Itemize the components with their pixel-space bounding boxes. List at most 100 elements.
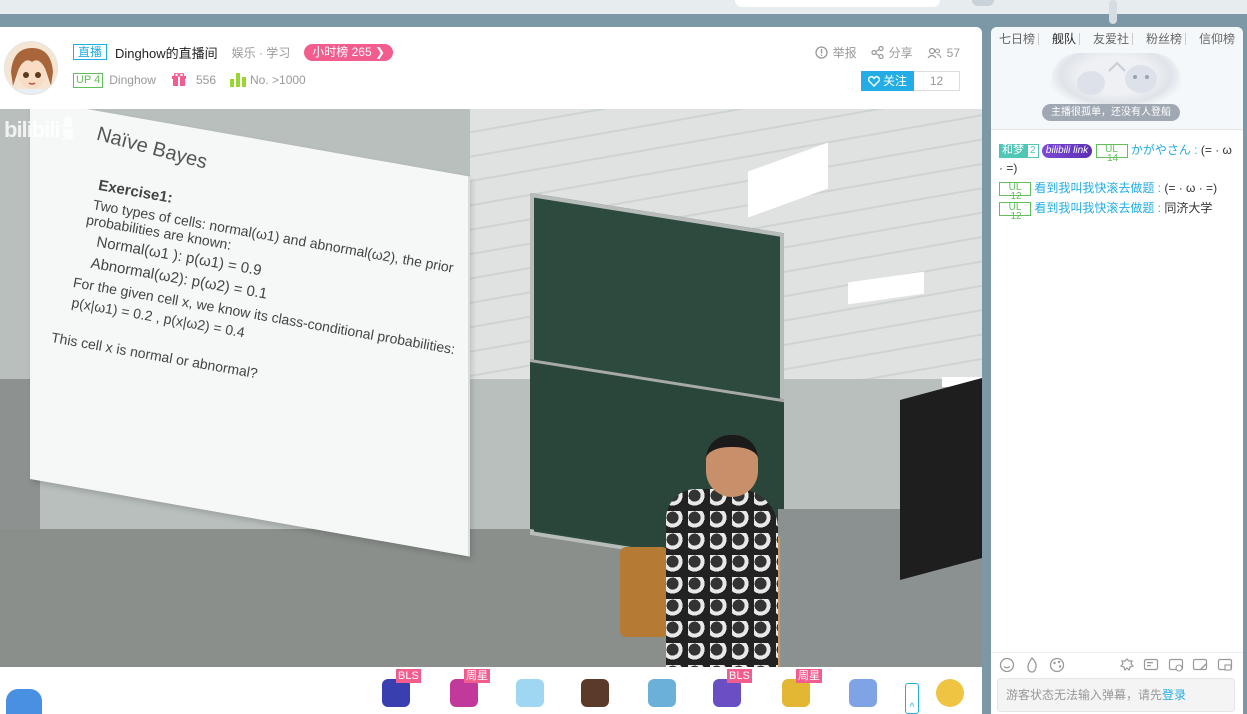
- up-level-badge: UP 4: [73, 72, 104, 88]
- share-label: 分享: [888, 46, 913, 60]
- gift-item[interactable]: [575, 671, 617, 711]
- username[interactable]: かがやさん :: [1131, 143, 1198, 157]
- tab-rank-2[interactable]: 友爱社: [1090, 33, 1133, 45]
- danmaku-toggle-icon[interactable]: [1143, 657, 1159, 673]
- watermark-sub: 直播: [62, 117, 74, 141]
- danmaku-style-icon[interactable]: [1168, 657, 1184, 673]
- empty-tip: 主播很孤单，还没有人登船: [1042, 104, 1180, 121]
- scroll-handle[interactable]: [1109, 0, 1117, 24]
- hour-rank-badge[interactable]: 小时榜 265 ❯: [304, 43, 394, 61]
- room-info-row: UP 4 Dinghow 556 No. >1000: [73, 71, 306, 89]
- streamer-avatar[interactable]: [4, 41, 58, 95]
- top-strip: [0, 0, 1247, 14]
- header-actions: 举报 分享 57: [801, 44, 960, 61]
- gift-count: 556: [195, 73, 216, 87]
- gift-bar: BLS 周星 BLS 周星 ^: [0, 667, 982, 714]
- gift-flag: 周星: [464, 669, 490, 683]
- gift-sprite: [648, 679, 676, 707]
- danmaku-input[interactable]: 游客状态无法输入弹幕，请先登录: [997, 678, 1235, 712]
- gift-flag: BLS: [396, 669, 421, 683]
- gift-sprite: [936, 679, 964, 707]
- viewer-count: 57: [927, 46, 960, 60]
- video-player[interactable]: Naïve Bayes Exercise1: Two types of cell…: [0, 109, 982, 667]
- tab-rank-4[interactable]: 信仰榜: [1196, 33, 1238, 45]
- user-level-badge: UL 12: [999, 201, 1031, 221]
- settings-icon[interactable]: [1119, 657, 1135, 673]
- fan-medal[interactable]: 和梦: [999, 143, 1027, 158]
- lecturer: [666, 489, 778, 667]
- message-text: (= · ω · =): [1164, 181, 1218, 195]
- gift-panel-icon[interactable]: [6, 689, 42, 714]
- username[interactable]: 看到我叫我快滚去做题 :: [1034, 201, 1161, 215]
- follow-control: 关注 12: [860, 71, 960, 91]
- monitor: [900, 378, 982, 580]
- emoji-icon[interactable]: [999, 657, 1015, 673]
- link-badge[interactable]: bilibili link: [1041, 143, 1093, 158]
- tab-rank-3[interactable]: 粉丝榜: [1143, 33, 1186, 45]
- danmaku-message: UL 12 看到我叫我快滚去做题 : 同济大学: [999, 199, 1237, 221]
- chat-sidebar: 七日榜 舰队 友爱社 粉丝榜 信仰榜 主播很孤单，还没有人登船 和梦 2 bilibili…: [991, 0, 1243, 714]
- danmaku-list: 和梦 2 bilibili link UL 14 かがやさん : (= · ω · …: [999, 141, 1237, 221]
- empty-illustration: [1051, 53, 1181, 109]
- rank-icon: [230, 73, 246, 87]
- up-name[interactable]: Dinghow: [109, 73, 156, 87]
- gift-sprite: [382, 679, 410, 707]
- chat-toolbar: [991, 652, 1243, 676]
- gift-flag: BLS: [727, 669, 752, 683]
- gift-sprite: [581, 679, 609, 707]
- user-level-badge: UL 12: [999, 181, 1031, 201]
- room-category[interactable]: 娱乐 · 学习: [232, 44, 291, 61]
- viewers-icon: [927, 47, 942, 58]
- palette-icon[interactable]: [1049, 657, 1065, 673]
- follow-label: 关注: [882, 74, 907, 88]
- follow-button[interactable]: 关注: [860, 71, 914, 91]
- expand-gifts-button[interactable]: ^: [905, 683, 919, 714]
- live-tag: 直播: [73, 44, 108, 60]
- watermark-text: bilibili: [4, 117, 61, 142]
- gift-icon: [171, 73, 186, 86]
- viewers-count: 57: [946, 45, 960, 60]
- username[interactable]: 看到我叫我快滚去做题 :: [1034, 181, 1161, 195]
- rank-tabs: 七日榜 舰队 友爱社 粉丝榜 信仰榜: [991, 33, 1243, 45]
- gift-item[interactable]: 周星: [444, 669, 490, 711]
- login-link[interactable]: 登录: [1162, 688, 1186, 702]
- bilibili-watermark: bilibili 直播: [4, 117, 77, 143]
- chair: [620, 547, 668, 637]
- follower-count: 12: [914, 71, 960, 91]
- tab-rank-0[interactable]: 七日榜: [996, 33, 1039, 45]
- message-text: 同济大学: [1164, 201, 1213, 215]
- gift-item[interactable]: 周星: [776, 669, 822, 711]
- gift-sprite: [450, 679, 478, 707]
- input-placeholder: 游客状态无法输入弹幕，请先: [1006, 688, 1163, 702]
- user-level-number: 12: [1010, 210, 1022, 222]
- gift-item[interactable]: BLS: [376, 669, 421, 711]
- gift-sprite: [516, 679, 544, 707]
- user-level-number: 12: [1010, 190, 1022, 202]
- report-button[interactable]: 举报: [814, 44, 857, 61]
- gift-item[interactable]: BLS: [707, 669, 752, 711]
- danmaku-message: 和梦 2 bilibili link UL 14 かがやさん : (= · ω · …: [999, 141, 1237, 177]
- user-avatar[interactable]: [972, 0, 994, 6]
- lecturer-head: [706, 435, 758, 497]
- room-header: 直播 Dinghow的直播间 娱乐 · 学习 小时榜 265 ❯ UP 4 Di…: [0, 27, 982, 109]
- flame-icon[interactable]: [1024, 657, 1040, 673]
- gift-extra[interactable]: [930, 671, 972, 711]
- danmaku-window-icon[interactable]: [1217, 657, 1233, 673]
- gift-sprite: [782, 679, 810, 707]
- rank-panel: 七日榜 舰队 友爱社 粉丝榜 信仰榜 主播很孤单，还没有人登船: [991, 27, 1243, 130]
- heart-icon: [867, 75, 880, 87]
- gift-item[interactable]: [843, 671, 885, 711]
- gift-item[interactable]: [510, 671, 552, 711]
- danmaku-edit-icon[interactable]: [1192, 657, 1208, 673]
- search-input[interactable]: [735, 0, 940, 7]
- gift-sprite: [849, 679, 877, 707]
- share-button[interactable]: 分享: [871, 44, 913, 61]
- warning-icon: [814, 46, 828, 59]
- fan-medal-level: 2: [1027, 143, 1039, 158]
- gift-sprite: [713, 679, 741, 707]
- tab-rank-1[interactable]: 舰队: [1049, 33, 1080, 45]
- gift-item[interactable]: [642, 671, 684, 711]
- area-rank[interactable]: No. >1000: [250, 73, 306, 87]
- user-level-badge: UL 14: [1095, 143, 1128, 163]
- report-label: 举报: [832, 46, 857, 60]
